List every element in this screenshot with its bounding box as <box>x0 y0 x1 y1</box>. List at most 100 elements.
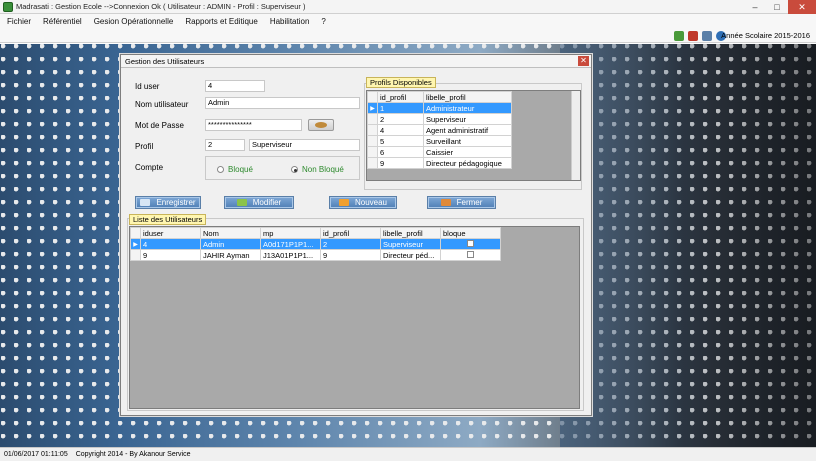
toolbar: Année Scolaire 2015-2016 <box>0 29 816 43</box>
radio-circle-selected <box>291 166 298 173</box>
title-bar: Madrasati : Gestion Ecole -->Connexion O… <box>0 0 816 14</box>
table-row[interactable]: 9 JAHIR Ayman J13A01P1P1... 9 Directeur … <box>130 249 501 261</box>
col-libelle-profil[interactable]: libelle_profil <box>423 91 512 103</box>
cell: Directeur péd... <box>380 249 441 261</box>
table-row[interactable]: 4 Agent administratif <box>367 124 512 136</box>
cell: JAHIR Ayman <box>200 249 261 261</box>
cell: 9 <box>320 249 381 261</box>
radio-circle <box>217 166 224 173</box>
menu-referentiel[interactable]: Référentiel <box>43 17 82 26</box>
cell: 2 <box>320 238 381 250</box>
close-window-button[interactable]: ✕ <box>788 0 816 14</box>
save-label: Enregistrer <box>156 198 196 207</box>
col-bloque[interactable]: bloque <box>440 227 501 239</box>
row-pointer-icon: ▶ <box>367 102 378 114</box>
close-icon <box>440 199 451 206</box>
status-datetime: 01/06/2017 01:11:05 <box>4 451 68 458</box>
cell: 6 <box>377 146 424 158</box>
radio-bloque-label: Bloqué <box>228 165 253 174</box>
col-libelle-profil[interactable]: libelle_profil <box>380 227 441 239</box>
profil-id-field[interactable]: 2 <box>205 139 245 151</box>
radio-non-bloque[interactable]: Non Bloqué <box>291 165 344 174</box>
row-header-corner <box>367 91 378 103</box>
users-grid[interactable]: iduser Nom mp id_profil libelle_profil b… <box>129 226 580 409</box>
menu-bar: Fichier Référentiel Gesion Opérationnell… <box>0 14 816 29</box>
edit-icon <box>236 199 247 206</box>
cell: Agent administratif <box>423 124 512 136</box>
cell: 2 <box>377 113 424 125</box>
cell: J13A01P1P1... <box>260 249 321 261</box>
mdp-label: Mot de Passe <box>135 121 184 130</box>
eye-icon <box>315 122 327 128</box>
id-user-label: Id user <box>135 82 160 91</box>
bloque-checkbox[interactable] <box>467 239 474 247</box>
profils-title: Profils Disponibles <box>366 77 436 88</box>
cell: 1 <box>377 102 424 114</box>
table-row[interactable]: 2 Superviseur <box>367 113 512 125</box>
profils-grid[interactable]: id_profil libelle_profil ▶ 1 Administrateu… <box>366 90 581 181</box>
save-button[interactable]: Enregistrer <box>135 196 201 209</box>
cell: Superviseur <box>380 238 441 250</box>
bloque-checkbox-cell[interactable] <box>440 238 501 250</box>
table-row[interactable]: ▶ 4 Admin A0d171P1P1... 2 Superviseur <box>130 238 501 250</box>
col-id-profil[interactable]: id_profil <box>320 227 381 239</box>
bloque-checkbox-cell[interactable] <box>440 249 501 261</box>
profils-scrollbar[interactable] <box>571 91 580 180</box>
row-pointer-icon: ▶ <box>130 238 141 250</box>
save-icon <box>140 199 151 206</box>
menu-fichier[interactable]: Fichier <box>7 17 31 26</box>
new-label: Nouveau <box>354 198 388 207</box>
cell: 5 <box>377 135 424 147</box>
table-row[interactable]: 6 Caissier <box>367 146 512 158</box>
menu-help[interactable]: ? <box>321 17 325 26</box>
cell: 4 <box>140 238 201 250</box>
window-title: Madrasati : Gestion Ecole -->Connexion O… <box>16 2 306 11</box>
id-user-field[interactable]: 4 <box>205 80 265 92</box>
table-row[interactable]: 5 Surveillant <box>367 135 512 147</box>
home-icon[interactable] <box>702 31 712 41</box>
new-button[interactable]: Nouveau <box>329 196 397 209</box>
disconnect-icon[interactable] <box>688 31 698 41</box>
minimize-button[interactable]: – <box>744 0 766 14</box>
cell: Caissier <box>423 146 512 158</box>
nom-label: Nom utilisateur <box>135 100 189 109</box>
col-mp[interactable]: mp <box>260 227 321 239</box>
show-password-button[interactable] <box>308 119 334 131</box>
password-field[interactable]: *************** <box>205 119 302 131</box>
refresh-icon[interactable] <box>674 31 684 41</box>
radio-bloque[interactable]: Bloqué <box>217 165 253 174</box>
maximize-button[interactable]: □ <box>766 0 788 14</box>
app-icon <box>3 1 13 12</box>
menu-gestion-operationnelle[interactable]: Gesion Opérationnelle <box>94 17 174 26</box>
profil-name-field[interactable]: Superviseur <box>249 139 360 151</box>
cell: 4 <box>377 124 424 136</box>
edit-button[interactable]: Modifier <box>224 196 294 209</box>
cell: Directeur pédagogique <box>423 157 512 169</box>
profil-label: Profil <box>135 142 154 151</box>
close-button[interactable]: Fermer <box>427 196 496 209</box>
bloque-checkbox[interactable] <box>467 250 474 258</box>
cell: 9 <box>140 249 201 261</box>
new-icon <box>338 199 349 206</box>
nom-field[interactable]: Admin <box>205 97 360 109</box>
col-id-profil[interactable]: id_profil <box>377 91 424 103</box>
table-row[interactable]: 9 Directeur pédagogique <box>367 157 512 169</box>
cell: Administrateur <box>423 102 512 114</box>
dialog-title: Gestion des Utilisateurs <box>125 57 205 66</box>
dialog-title-bar: Gestion des Utilisateurs ✕ <box>121 55 591 68</box>
radio-non-bloque-label: Non Bloqué <box>302 165 344 174</box>
col-iduser[interactable]: iduser <box>140 227 201 239</box>
col-nom[interactable]: Nom <box>200 227 261 239</box>
school-year: Année Scolaire 2015-2016 <box>721 31 810 40</box>
compte-label: Compte <box>135 163 164 172</box>
menu-habilitation[interactable]: Habilitation <box>270 17 310 26</box>
cell: Admin <box>200 238 261 250</box>
cell: Surveillant <box>423 135 512 147</box>
cell: A0d171P1P1... <box>260 238 321 250</box>
table-row[interactable]: ▶ 1 Administrateur <box>367 102 512 114</box>
users-dialog: Gestion des Utilisateurs ✕ Id user 4 Nom… <box>120 54 592 416</box>
menu-rapports[interactable]: Rapports et Editique <box>185 17 258 26</box>
edit-label: Modifier <box>252 198 282 207</box>
dialog-close-button[interactable]: ✕ <box>578 56 589 66</box>
row-header-corner <box>130 227 141 239</box>
